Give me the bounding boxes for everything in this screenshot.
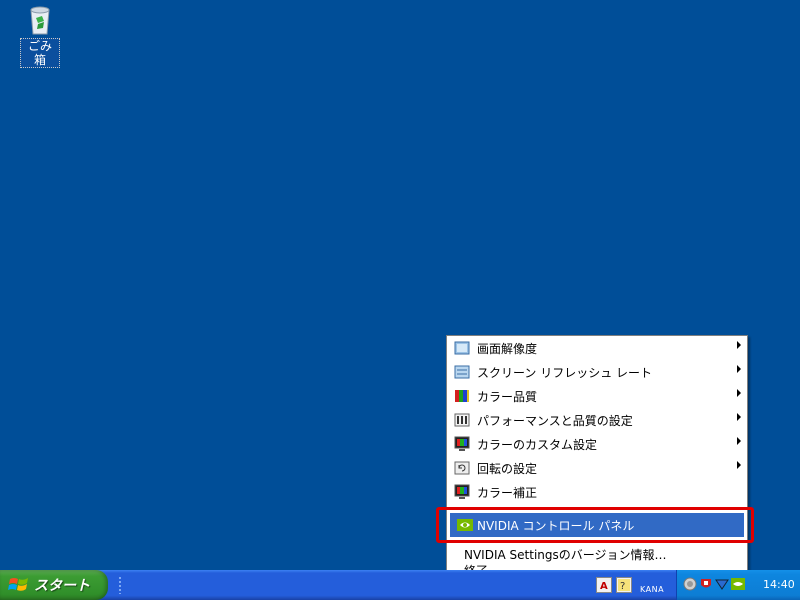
start-button[interactable]: スタート (0, 570, 108, 600)
menu-item-screen-resolution[interactable]: 画面解像度 (447, 336, 747, 360)
menu-item-color-correction[interactable]: カラー補正 (447, 480, 747, 504)
kana-indicator: KANA (640, 585, 665, 594)
system-tray: 14:40 (676, 570, 800, 600)
menu-item-label: カラー補正 (477, 486, 538, 500)
color-quality-icon (454, 388, 470, 404)
taskbar: スタート A ? KANA 14:40 (0, 570, 800, 600)
menu-item-refresh-rate[interactable]: スクリーン リフレッシュ レート (447, 360, 747, 384)
menu-item-color-quality[interactable]: カラー品質 (447, 384, 747, 408)
menu-item-label: カラー品質 (477, 390, 538, 404)
start-label: スタート (34, 578, 90, 594)
menu-item-nvidia-settings-about[interactable]: NVIDIA Settingsのバージョン情報… (447, 545, 747, 562)
color-correction-monitor-icon (454, 484, 470, 500)
menu-item-rotation[interactable]: 回転の設定 (447, 456, 747, 480)
menu-item-label: 回転の設定 (477, 462, 538, 476)
display-resolution-icon (454, 340, 470, 356)
submenu-arrow-icon (737, 389, 741, 397)
nvidia-context-menu: 画面解像度 スクリーン リフレッシュ レート カラー品質 パフォーマンスと品質の… (446, 335, 748, 580)
submenu-arrow-icon (737, 437, 741, 445)
help-icon[interactable]: ? (616, 577, 632, 593)
submenu-arrow-icon (737, 341, 741, 349)
recycle-bin-label: ごみ箱 (20, 38, 60, 68)
submenu-arrow-icon (737, 413, 741, 421)
rotation-icon (454, 460, 470, 476)
custom-color-monitor-icon (454, 436, 470, 452)
performance-quality-icon (454, 412, 470, 428)
refresh-rate-icon (454, 364, 470, 380)
tray-clock[interactable]: 14:40 (763, 578, 795, 591)
submenu-arrow-icon (737, 365, 741, 373)
highlight-box (436, 507, 754, 543)
menu-item-label: 画面解像度 (477, 342, 538, 356)
taskbar-grip[interactable] (118, 576, 122, 594)
menu-item-performance-quality[interactable]: パフォーマンスと品質の設定 (447, 408, 747, 432)
recycle-bin-icon (24, 4, 56, 36)
svg-text:A: A (600, 581, 608, 592)
recycle-bin[interactable]: ごみ箱 (20, 4, 60, 68)
security-tray-icon[interactable] (699, 577, 713, 591)
monitor-tray-icon[interactable] (683, 577, 697, 591)
network-tray-icon[interactable] (715, 577, 729, 591)
svg-text:?: ? (620, 581, 625, 592)
submenu-arrow-icon (737, 461, 741, 469)
menu-item-custom-color[interactable]: カラーのカスタム設定 (447, 432, 747, 456)
ime-mode-icon[interactable]: A (596, 577, 612, 593)
menu-item-label: パフォーマンスと品質の設定 (477, 414, 633, 428)
nvidia-tray-icon[interactable] (731, 577, 745, 591)
language-bar: A ? KANA (592, 570, 674, 600)
windows-flag-icon (8, 575, 30, 595)
menu-item-label: スクリーン リフレッシュ レート (477, 366, 653, 380)
menu-item-label: カラーのカスタム設定 (477, 438, 598, 452)
